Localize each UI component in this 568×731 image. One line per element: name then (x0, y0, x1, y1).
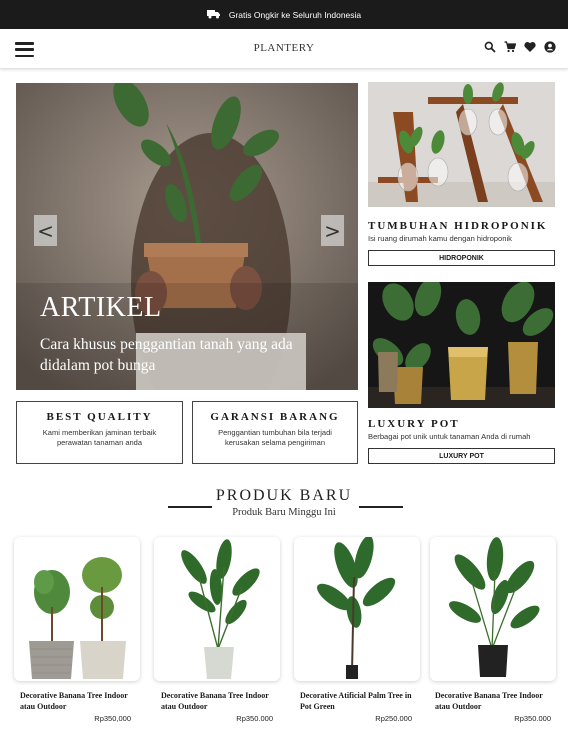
feature-title: BEST QUALITY (46, 411, 153, 423)
product-name[interactable]: Decorative Banana Tree Indoor atau Outdo… (161, 691, 283, 712)
navbar: PLANTERY (0, 29, 568, 69)
menu-icon[interactable] (15, 42, 34, 58)
luxury-pot-title: LUXURY POT (368, 418, 460, 430)
hero-subtitle: Cara khusus penggantian tanah yang ada d… (40, 336, 293, 374)
carousel-next-button[interactable]: > (321, 215, 344, 246)
product-image (316, 537, 396, 679)
product-name[interactable]: Decorative Banana Tree Indoor atau Outdo… (435, 691, 557, 712)
product-price: Rp250.000 (375, 714, 412, 723)
nav-icons (484, 41, 556, 53)
section-title: PRODUK BARU (215, 487, 353, 504)
account-icon[interactable] (544, 41, 556, 53)
hidroponik-title: TUMBUHAN HIDROPONIK (368, 220, 548, 232)
produk-baru-heading: PRODUK BARU Produk Baru Minggu Ini (0, 487, 568, 518)
product-image (449, 537, 540, 677)
luxury-pot-desc: Berbagai pot unik untuk tanaman Anda di … (368, 432, 531, 441)
feature-desc: Penggantian tumbuhan bila terjadi kerusa… (218, 428, 332, 447)
luxury-pot-button[interactable]: LUXURY POT (368, 448, 555, 464)
product-price: Rp350.000 (236, 714, 273, 723)
product-name[interactable]: Decorative Atificial Palm Tree in Pot Gr… (300, 691, 422, 712)
hero-carousel[interactable]: < > ARTIKEL Cara khusus penggantian tana… (16, 83, 358, 390)
product-image (181, 539, 260, 679)
announcement-bar: Gratis Ongkir ke Seluruh Indonesia (0, 0, 568, 29)
section-subtitle: Produk Baru Minggu Ini (232, 507, 336, 518)
hidroponik-desc: Isi ruang dirumah kamu dengan hidroponik (368, 234, 512, 243)
feature-desc: Kami memberikan jaminan terbaik perawata… (42, 428, 157, 447)
hidroponik-button[interactable]: HIDROPONIK (368, 250, 555, 266)
heart-icon[interactable] (524, 41, 536, 53)
product-image (29, 557, 126, 679)
luxury-pot-image[interactable] (368, 282, 555, 408)
search-icon[interactable] (484, 41, 496, 53)
feature-title: GARANSI BARANG (210, 411, 340, 423)
feature-garansi-barang: GARANSI BARANG Penggantian tumbuhan bila… (192, 401, 358, 464)
product-name[interactable]: Decorative Banana Tree Indoor atau Outdo… (20, 691, 142, 712)
product-card[interactable] (14, 537, 140, 681)
announcement-text: Gratis Ongkir ke Seluruh Indonesia (228, 9, 362, 20)
product-price: Rp350.000 (514, 714, 551, 723)
carousel-prev-button[interactable]: < (34, 215, 57, 246)
cart-icon[interactable] (504, 41, 516, 53)
hidroponik-image[interactable] (368, 82, 555, 207)
product-card[interactable] (294, 537, 420, 681)
hero-title: ARTIKEL (40, 292, 162, 323)
truck-icon (206, 9, 221, 21)
brand-logo[interactable]: PLANTERY (0, 42, 568, 54)
feature-best-quality: BEST QUALITY Kami memberikan jaminan ter… (16, 401, 183, 464)
product-card[interactable] (154, 537, 280, 681)
product-card[interactable] (430, 537, 556, 681)
product-price: Rp350,000 (94, 714, 131, 723)
